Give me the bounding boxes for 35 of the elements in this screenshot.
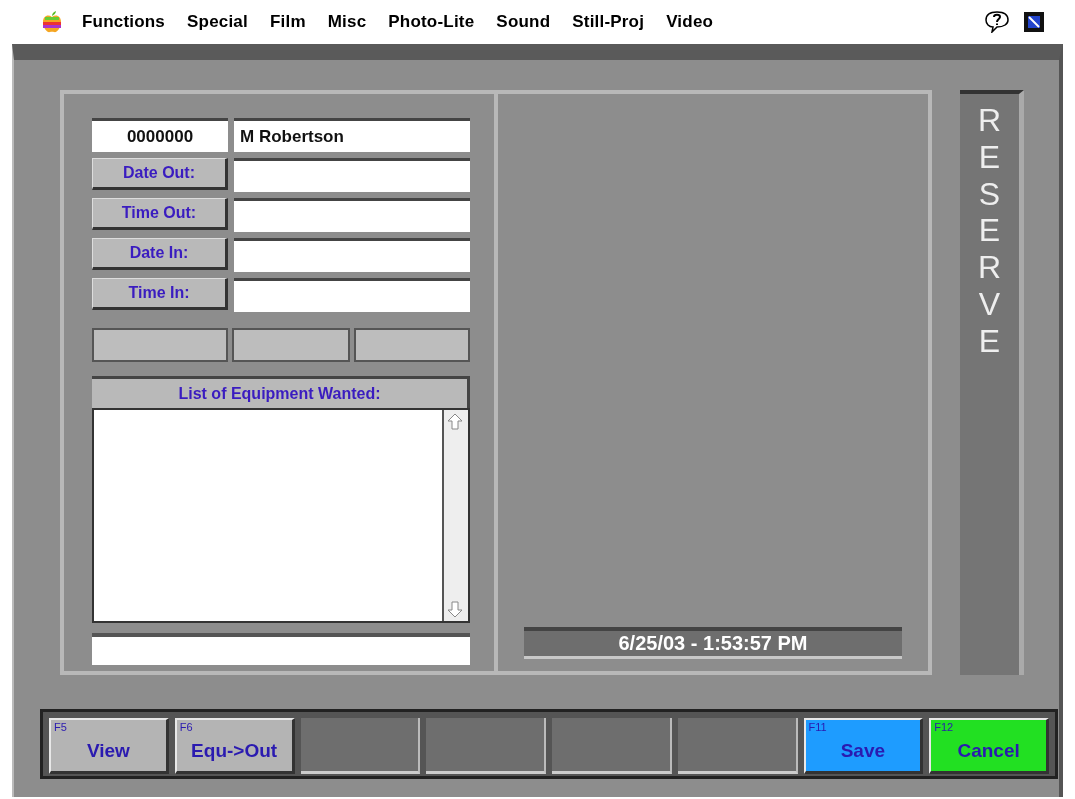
application-icon[interactable] — [1023, 11, 1045, 33]
input-field[interactable] — [234, 198, 470, 232]
menu-item[interactable]: Still-Proj — [572, 12, 645, 32]
function-key-button[interactable]: F12 Cancel — [929, 718, 1049, 774]
key-hint: F12 — [934, 721, 954, 733]
input-field[interactable] — [234, 278, 470, 312]
menu-item[interactable]: Photo-Lite — [388, 12, 475, 32]
name-field[interactable]: M Robertson — [234, 118, 470, 152]
scrollbar[interactable] — [442, 410, 468, 621]
equipment-list-header[interactable]: List of Equipment Wanted: — [92, 376, 470, 408]
function-key-button[interactable]: F11 Save — [803, 718, 924, 774]
key-hint: F5 — [54, 721, 67, 733]
function-key-button[interactable]: F6 Equ->Out — [174, 718, 295, 774]
id-field[interactable]: 0000000 — [92, 118, 228, 152]
menu-item[interactable]: Video — [666, 12, 714, 32]
field-label-button[interactable]: Time Out: — [92, 198, 228, 230]
key-hint: F6 — [179, 721, 193, 733]
menu-item[interactable]: Functions — [82, 12, 165, 32]
field-label-button[interactable]: Date In: — [92, 238, 228, 270]
timestamp: 6/25/03 - 1:53:57 PM — [524, 627, 902, 659]
input-field[interactable] — [234, 238, 470, 272]
equipment-list[interactable] — [92, 408, 470, 623]
menu-item[interactable]: Misc — [327, 12, 367, 32]
field-label-button[interactable]: Time In: — [92, 278, 228, 310]
key-hint: F11 — [808, 721, 827, 733]
field-label-button[interactable]: Date Out: — [92, 158, 228, 190]
menu-item[interactable]: Sound — [496, 12, 551, 32]
mode-label: RESERVE — [976, 102, 1003, 360]
notes-field[interactable] — [92, 633, 470, 665]
menu-item[interactable]: Special — [187, 12, 248, 32]
menu-item[interactable]: Film — [269, 12, 306, 32]
apple-icon[interactable] — [42, 11, 62, 33]
input-field[interactable] — [234, 158, 470, 192]
function-key-button[interactable]: F5 View — [49, 718, 169, 774]
help-icon[interactable] — [985, 11, 1009, 33]
